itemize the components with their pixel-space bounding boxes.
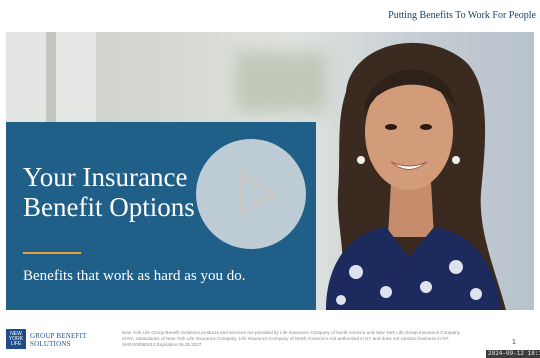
play-button[interactable] xyxy=(196,139,306,249)
timestamp: 2024-09-12 18:1 xyxy=(486,350,540,358)
woman-portrait-image xyxy=(326,42,506,310)
accent-rule xyxy=(23,252,81,254)
background-post xyxy=(46,32,56,122)
video-hero[interactable]: Your Insurance Benefit Options Benefits … xyxy=(6,32,534,310)
legal-disclaimer: New York Life Group Benefit Solutions pr… xyxy=(122,330,461,347)
hero-title: Your Insurance Benefit Options xyxy=(23,162,195,222)
play-icon xyxy=(239,172,276,216)
tagline: Putting Benefits To Work For People xyxy=(388,10,536,21)
brand-name: Group Benefit Solutions xyxy=(30,332,87,348)
new-york-life-logo: NEW YORK LIFE xyxy=(6,329,26,349)
page-number: 1 xyxy=(512,339,516,346)
hero-subtitle: Benefits that work as hard as you do. xyxy=(23,268,246,284)
